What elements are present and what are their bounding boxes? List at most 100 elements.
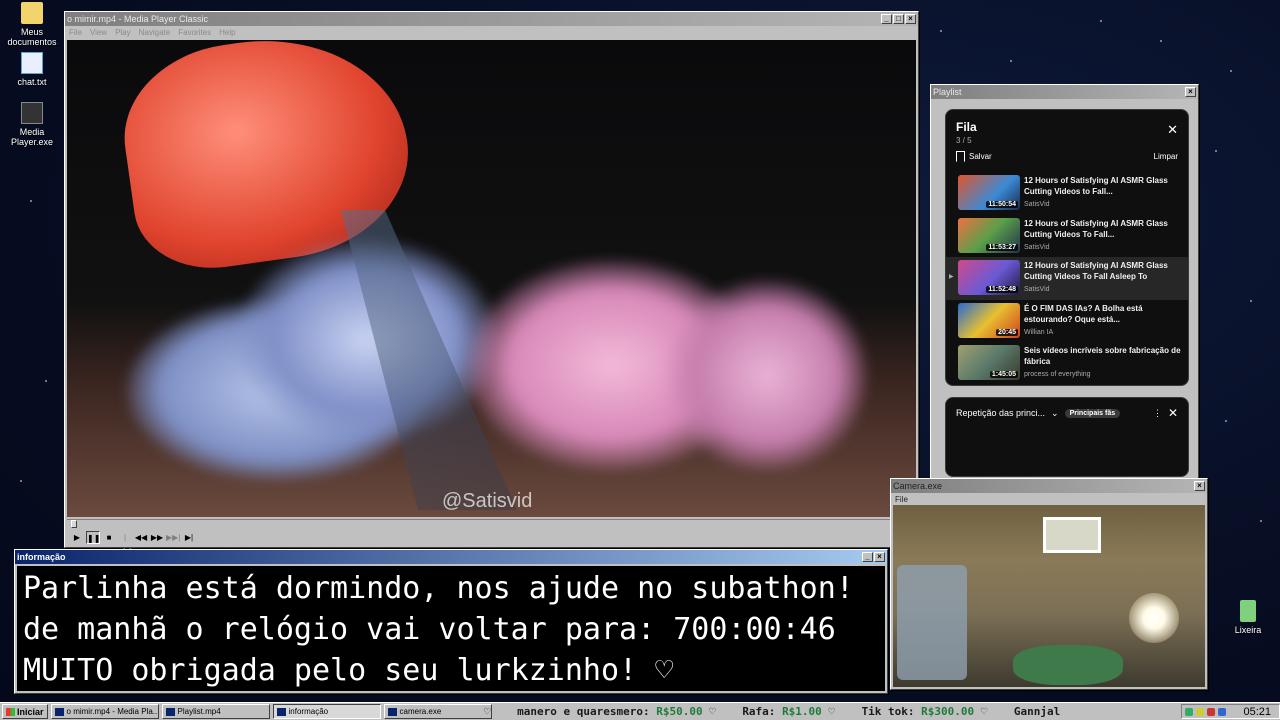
desktop-icon-chat[interactable]: chat.txt — [0, 52, 64, 87]
minimize-button[interactable]: _ — [881, 14, 892, 24]
task-label: Playlist.mp4 — [177, 707, 221, 716]
next-section-label[interactable]: Repetição das princi... — [956, 408, 1045, 418]
desktop-icon-recycle-bin[interactable]: Lixeira — [1216, 600, 1280, 635]
next-button[interactable]: ▶▶| — [166, 531, 180, 544]
now-playing-icon: ▶ — [949, 274, 954, 280]
ticker-entry: Tik tok: R$300.00 ♡ — [861, 705, 1008, 718]
pause-button[interactable]: ❚❚ — [86, 530, 100, 544]
desktop-icon-documents[interactable]: Meus documentos — [0, 2, 64, 47]
media-player-icon — [21, 102, 43, 124]
play-button[interactable]: ▶ — [70, 531, 84, 544]
desktop-icon-label: Meus documentos — [7, 27, 57, 47]
task-info[interactable]: informação — [272, 704, 381, 719]
media-player-titlebar[interactable]: o mimir.mp4 - Media Player Classic _ □ × — [65, 12, 918, 26]
queue-count: 3 / 5 — [956, 136, 972, 145]
start-button[interactable]: Iniciar — [2, 704, 48, 719]
seek-bar[interactable] — [67, 519, 916, 528]
list-item[interactable]: 20:45 É O FIM DAS IAs? A Bolha está esto… — [946, 300, 1188, 343]
windows-logo-icon — [6, 707, 15, 716]
ticker-entry: Rafa: R$1.00 ♡ — [742, 705, 855, 718]
task-label: o mimir.mp4 - Media Pla... — [66, 707, 159, 716]
channel-name: SatisVid — [1024, 201, 1050, 208]
heart-icon: ♡ — [484, 705, 491, 718]
desktop-icon-label: Lixeira — [1234, 625, 1262, 635]
window-title: Playlist — [933, 87, 962, 97]
window-title: informação — [17, 552, 66, 562]
queue-title: Fila — [956, 120, 977, 134]
rewind-button[interactable]: ◀◀ — [134, 531, 148, 544]
camera-sofa — [897, 565, 967, 680]
info-titlebar[interactable]: informação _ × — [15, 550, 887, 564]
list-item[interactable]: 11:53:27 12 Hours of Satisfying AI ASMR … — [946, 215, 1188, 258]
close-button[interactable]: × — [1194, 481, 1205, 491]
seek-thumb[interactable] — [71, 520, 77, 528]
clock[interactable]: 05:21 — [1243, 706, 1271, 718]
task-label: camera.exe — [399, 707, 442, 716]
menu-file[interactable]: File — [895, 495, 908, 504]
network-icon[interactable] — [1185, 707, 1194, 716]
close-icon[interactable]: ✕ — [1167, 122, 1178, 138]
video-thumbnail: 11:52:48 — [958, 260, 1020, 295]
list-item-current[interactable]: ▶ 11:52:48 12 Hours of Satisfying AI ASM… — [946, 257, 1188, 300]
more-options-icon[interactable]: ⋮ — [1153, 408, 1162, 419]
duration-badge: 20:45 — [996, 328, 1018, 336]
chevron-down-icon[interactable]: ⌄ — [1051, 408, 1059, 419]
donor-name: manero e quaresmero: — [517, 705, 650, 718]
start-label: Iniciar — [17, 706, 44, 717]
previous-button[interactable]: |◀◀ — [118, 531, 132, 555]
video-frame[interactable]: @Satisvid — [67, 40, 916, 517]
menu-favorites[interactable]: Favorites — [178, 28, 211, 37]
menu-bar: File View Play Navigate Favorites Help — [65, 26, 918, 38]
menu-play[interactable]: Play — [115, 28, 131, 37]
video-title: É O FIM DAS IAs? A Bolha está estourando… — [1024, 303, 1143, 324]
menu-view[interactable]: View — [90, 28, 107, 37]
video-title: Seis vídeos incríveis sobre fabricação d… — [1024, 346, 1181, 366]
list-item[interactable]: 11:50:54 12 Hours of Satisfying AI ASMR … — [946, 172, 1188, 215]
menu-navigate[interactable]: Navigate — [139, 28, 171, 37]
security-icon[interactable] — [1207, 707, 1216, 716]
menu-help[interactable]: Help — [219, 28, 235, 37]
window-title: o mimir.mp4 - Media Player Classic — [67, 14, 209, 24]
stop-button[interactable]: ■ — [102, 531, 116, 544]
app-icon — [276, 707, 286, 716]
task-media-player[interactable]: o mimir.mp4 - Media Pla... — [50, 704, 159, 719]
desktop-icon-media-player[interactable]: Media Player.exe — [0, 102, 64, 147]
forward-button[interactable]: ▶▶ — [150, 531, 164, 544]
close-button[interactable]: × — [905, 14, 916, 24]
media-player-window: o mimir.mp4 - Media Player Classic _ □ ×… — [64, 11, 919, 555]
maximize-button[interactable]: □ — [893, 14, 904, 24]
task-camera[interactable]: camera.exe — [383, 704, 492, 719]
channel-name: process of everything — [1024, 371, 1091, 378]
task-label: informação — [288, 707, 329, 716]
close-icon[interactable]: ✕ — [1168, 406, 1178, 420]
save-label: Salvar — [969, 152, 992, 161]
task-playlist[interactable]: Playlist.mp4 — [161, 704, 270, 719]
taskbar: Iniciar o mimir.mp4 - Media Pla... Playl… — [0, 702, 1280, 720]
menu-file[interactable]: File — [69, 28, 82, 37]
close-button[interactable]: × — [1185, 87, 1196, 97]
list-item[interactable]: 1:45:05 Seis vídeos incríveis sobre fabr… — [946, 342, 1188, 385]
video-thumbnail: 20:45 — [958, 302, 1020, 338]
playlist-titlebar[interactable]: Playlist × — [931, 85, 1198, 99]
top-fans-pill[interactable]: Principais fãs — [1064, 408, 1121, 418]
playback-controls: ▶ ❚❚ ■ |◀◀ ◀◀ ▶▶ ▶▶| ▶| ♪ — [67, 529, 916, 555]
volume-icon[interactable] — [1196, 707, 1205, 716]
frame-step-button[interactable]: ▶| — [182, 531, 196, 544]
donation-amount: R$300.00 — [921, 705, 975, 718]
camera-titlebar[interactable]: Camera.exe × — [891, 479, 1207, 493]
recycle-bin-icon — [1240, 600, 1256, 622]
queue-list: 11:50:54 12 Hours of Satisfying AI ASMR … — [946, 172, 1188, 385]
video-thumbnail: 11:53:27 — [958, 217, 1020, 253]
app-icon — [165, 707, 175, 716]
clear-button[interactable]: Limpar — [1154, 152, 1178, 161]
video-title: 12 Hours of Satisfying AI ASMR Glass Cut… — [1024, 218, 1168, 239]
save-button[interactable]: Salvar — [956, 151, 992, 162]
donor-name: Tik tok: — [861, 705, 915, 718]
video-watermark: @Satisvid — [442, 490, 533, 512]
minimize-button[interactable]: _ — [862, 552, 873, 562]
next-section-panel: Repetição das princi... ⌄ Principais fãs… — [945, 397, 1189, 477]
close-button[interactable]: × — [874, 552, 885, 562]
app-icon — [387, 707, 397, 716]
camera-window: Camera.exe × File — [890, 478, 1208, 690]
messenger-icon[interactable] — [1218, 707, 1227, 716]
